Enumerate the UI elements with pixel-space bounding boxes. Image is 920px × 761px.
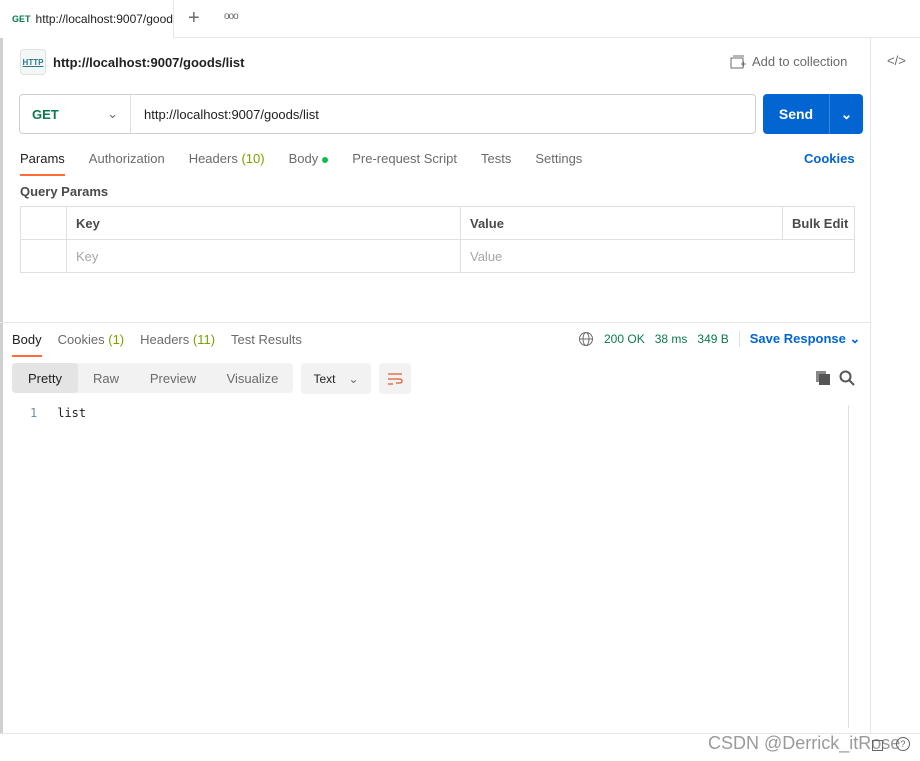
code-icon[interactable]: </> bbox=[887, 53, 906, 68]
search-icon[interactable] bbox=[839, 370, 855, 386]
send-options-chevron-icon[interactable]: ⌄ bbox=[830, 94, 863, 134]
cookies-link[interactable]: Cookies bbox=[804, 151, 855, 166]
body-indicator-dot bbox=[322, 156, 329, 163]
tab-body[interactable]: Body bbox=[289, 151, 329, 176]
response-time[interactable]: 38 ms bbox=[655, 332, 688, 346]
resp-tab-test-results[interactable]: Test Results bbox=[231, 332, 302, 357]
value-header: Value bbox=[460, 206, 783, 240]
response-tabs: Body Cookies (1) Headers (11) Test Resul… bbox=[12, 332, 302, 357]
query-params-title: Query Params bbox=[20, 184, 109, 199]
url-input[interactable]: http://localhost:9007/goods/list bbox=[131, 107, 319, 122]
resp-tab-cookies[interactable]: Cookies (1) bbox=[58, 332, 124, 357]
view-pretty[interactable]: Pretty bbox=[12, 363, 78, 393]
status-code[interactable]: 200 OK bbox=[604, 332, 645, 346]
response-meta: 200 OK 38 ms 349 B Save Response ⌄ bbox=[578, 331, 860, 347]
tab-title: http://localhost:9007/goods/list bbox=[35, 12, 173, 26]
save-response-button[interactable]: Save Response ⌄ bbox=[738, 331, 860, 347]
left-border bbox=[0, 38, 3, 733]
code-line: list bbox=[57, 406, 87, 420]
add-to-collection-button[interactable]: Add to collection bbox=[730, 54, 847, 69]
view-mode-group: Pretty Raw Preview Visualize bbox=[12, 363, 293, 393]
tab-tests[interactable]: Tests bbox=[481, 151, 511, 176]
collection-icon bbox=[730, 55, 746, 68]
request-tab[interactable]: GET http://localhost:9007/goods/list bbox=[0, 0, 174, 38]
tab-headers[interactable]: Headers (10) bbox=[189, 151, 265, 176]
pane-divider[interactable] bbox=[0, 322, 870, 323]
row-checkbox[interactable] bbox=[20, 239, 67, 273]
send-button[interactable]: Send ⌄ bbox=[763, 94, 863, 134]
response-size[interactable]: 349 B bbox=[697, 332, 728, 346]
view-raw[interactable]: Raw bbox=[78, 363, 134, 393]
plus-icon[interactable]: + bbox=[188, 7, 200, 30]
chevron-down-icon: ⌄ bbox=[348, 371, 359, 386]
tab-settings[interactable]: Settings bbox=[535, 151, 582, 176]
chevron-down-icon: ⌄ bbox=[107, 106, 118, 121]
view-visualize[interactable]: Visualize bbox=[212, 363, 293, 393]
wrap-icon bbox=[388, 372, 403, 385]
tab-pre-request-script[interactable]: Pre-request Script bbox=[352, 151, 457, 176]
tab-authorization[interactable]: Authorization bbox=[89, 151, 165, 176]
help-icon[interactable]: ? bbox=[896, 737, 910, 751]
request-tabs: Params Authorization Headers (10) Body P… bbox=[20, 151, 582, 176]
wrap-lines-button[interactable] bbox=[379, 363, 411, 394]
format-label: Text bbox=[313, 371, 336, 386]
globe-icon[interactable] bbox=[578, 331, 594, 347]
tab-bar: GET http://localhost:9007/goods/list + oo… bbox=[0, 0, 920, 38]
line-number: 1 bbox=[30, 406, 38, 420]
tab-method: GET bbox=[12, 14, 31, 24]
right-panel: </> bbox=[870, 38, 920, 733]
resp-tab-body[interactable]: Body bbox=[12, 332, 42, 357]
view-preview[interactable]: Preview bbox=[134, 363, 212, 393]
method-select[interactable]: GET ⌄ bbox=[20, 95, 131, 133]
send-label: Send bbox=[763, 94, 830, 134]
http-icon: HTTP bbox=[20, 49, 46, 75]
bulk-edit-button[interactable]: Bulk Edit bbox=[782, 206, 855, 240]
tab-params[interactable]: Params bbox=[20, 151, 65, 176]
vertical-scrollbar[interactable] bbox=[848, 405, 862, 728]
format-select[interactable]: Text ⌄ bbox=[301, 363, 371, 394]
url-bar: GET ⌄ http://localhost:9007/goods/list bbox=[19, 94, 756, 134]
layout-icon[interactable] bbox=[872, 740, 883, 751]
key-header: Key bbox=[66, 206, 461, 240]
request-title[interactable]: http://localhost:9007/goods/list bbox=[53, 55, 244, 70]
resp-tab-headers[interactable]: Headers (11) bbox=[140, 332, 215, 357]
key-input[interactable]: Key bbox=[66, 239, 461, 273]
add-to-collection-label: Add to collection bbox=[752, 54, 848, 69]
checkbox-column bbox=[20, 206, 67, 240]
query-params-table: Key Value Bulk Edit Key Value bbox=[20, 206, 855, 273]
response-body[interactable]: 1 list bbox=[30, 406, 86, 420]
value-input[interactable]: Value bbox=[460, 239, 855, 273]
ellipsis-icon[interactable]: ooo bbox=[224, 11, 239, 22]
method-label: GET bbox=[32, 106, 59, 122]
copy-icon[interactable] bbox=[815, 370, 831, 386]
